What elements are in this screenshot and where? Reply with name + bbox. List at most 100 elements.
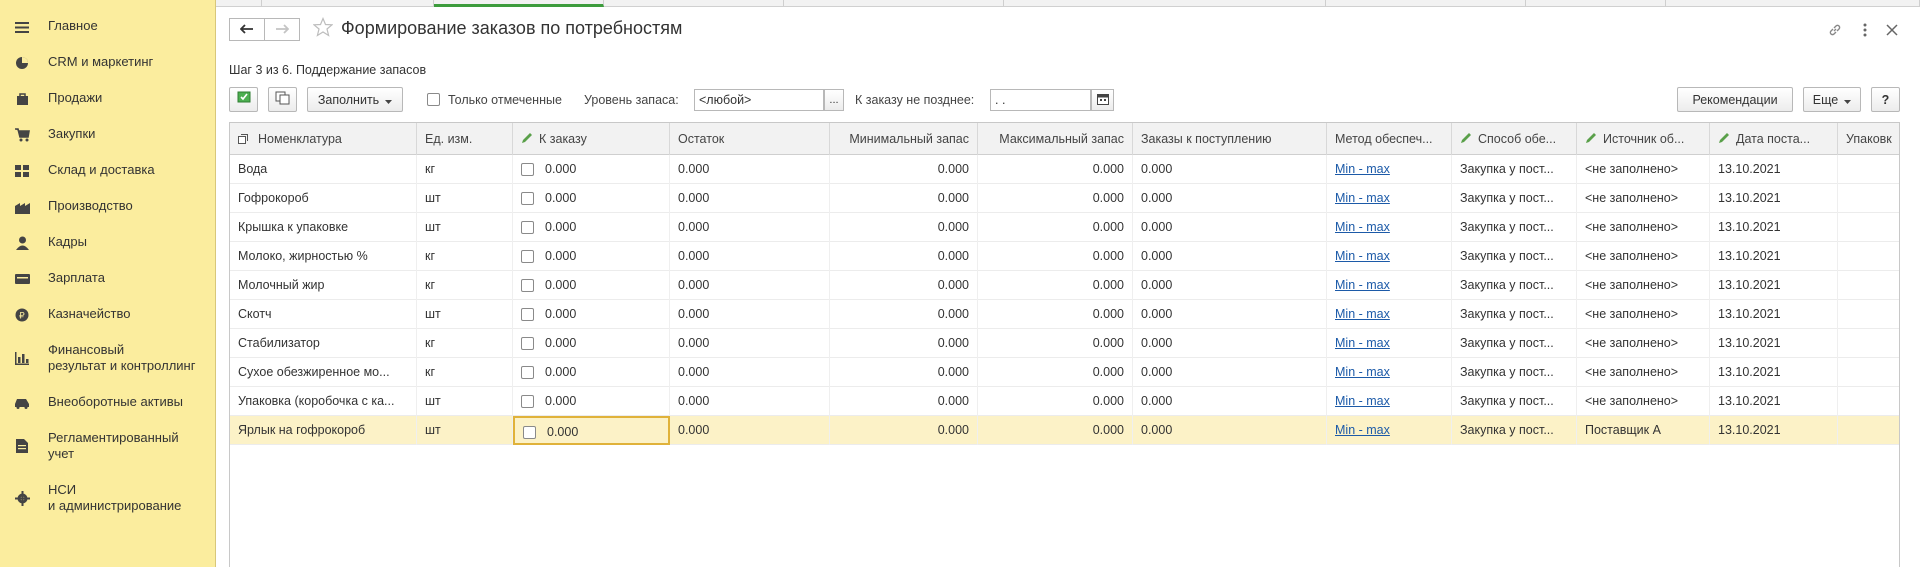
row-checkbox[interactable] bbox=[523, 426, 536, 440]
sidebar-item-treasury[interactable]: ₽ Казначейство bbox=[0, 306, 216, 323]
forward-button[interactable] bbox=[264, 18, 300, 41]
cell-name[interactable]: Ярлык на гофрокороб bbox=[230, 416, 417, 445]
row-checkbox[interactable] bbox=[521, 337, 534, 351]
cell-max[interactable]: 0.000 bbox=[978, 271, 1133, 300]
column-header-min-stock[interactable]: Минимальный запас bbox=[830, 123, 978, 155]
table-row[interactable]: Скотч шт 0.000 0.000 0.000 0.000 0.000 Min - ma… bbox=[230, 300, 1899, 329]
cell-toorder[interactable]: 0.000 bbox=[513, 329, 670, 358]
row-checkbox[interactable] bbox=[521, 366, 534, 380]
cell-source[interactable]: <не заполнено> bbox=[1577, 329, 1710, 358]
more-vertical-icon[interactable] bbox=[1856, 21, 1874, 39]
cell-toorder[interactable]: 0.000 bbox=[513, 213, 670, 242]
cell-unit[interactable]: кг bbox=[417, 358, 513, 387]
cell-unit[interactable]: кг bbox=[417, 155, 513, 184]
cell-way[interactable]: Закупка у пост... bbox=[1452, 387, 1577, 416]
method-link[interactable]: Min - max bbox=[1335, 278, 1390, 292]
help-button[interactable]: ? bbox=[1871, 87, 1900, 112]
column-header-remainder[interactable]: Остаток bbox=[670, 123, 830, 155]
cell-incoming[interactable]: 0.000 bbox=[1133, 184, 1327, 213]
table-row[interactable]: Ярлык на гофрокороб шт 0.000 0.000 0.000 0.00… bbox=[230, 416, 1899, 445]
row-checkbox[interactable] bbox=[521, 395, 534, 409]
close-icon[interactable] bbox=[1883, 21, 1901, 39]
cell-source[interactable]: <не заполнено> bbox=[1577, 300, 1710, 329]
cell-way[interactable]: Закупка у пост... bbox=[1452, 416, 1577, 445]
cell-max[interactable]: 0.000 bbox=[978, 155, 1133, 184]
cell-pack[interactable] bbox=[1838, 213, 1899, 242]
cell-max[interactable]: 0.000 bbox=[978, 387, 1133, 416]
cell-min[interactable]: 0.000 bbox=[830, 300, 978, 329]
method-link[interactable]: Min - max bbox=[1335, 162, 1390, 176]
sidebar-item-purchases[interactable]: Закупки bbox=[0, 126, 216, 143]
tab[interactable] bbox=[604, 0, 784, 7]
cell-method[interactable]: Min - max bbox=[1327, 300, 1452, 329]
column-header-method[interactable]: Метод обеспеч... bbox=[1327, 123, 1452, 155]
cell-method[interactable]: Min - max bbox=[1327, 242, 1452, 271]
back-button[interactable] bbox=[229, 18, 265, 41]
table-row[interactable]: Гофрокороб шт 0.000 0.000 0.000 0.000 0.000 Min… bbox=[230, 184, 1899, 213]
column-header-max-stock[interactable]: Максимальный запас bbox=[978, 123, 1133, 155]
cell-incoming[interactable]: 0.000 bbox=[1133, 300, 1327, 329]
cell-max[interactable]: 0.000 bbox=[978, 329, 1133, 358]
table-row[interactable]: Упаковка (коробочка с ка... шт 0.000 0.000 0… bbox=[230, 387, 1899, 416]
cell-method[interactable]: Min - max bbox=[1327, 329, 1452, 358]
sidebar-item-regulated[interactable]: Регламентированный учет bbox=[0, 430, 216, 462]
method-link[interactable]: Min - max bbox=[1335, 191, 1390, 205]
cell-remainder[interactable]: 0.000 bbox=[670, 271, 830, 300]
sidebar-item-admin[interactable]: НСИ и администрирование bbox=[0, 482, 216, 514]
column-header-source[interactable]: Источник об... bbox=[1577, 123, 1710, 155]
column-header-date[interactable]: Дата поста... bbox=[1710, 123, 1838, 155]
sidebar-item-warehouse[interactable]: Склад и доставка bbox=[0, 162, 216, 179]
cell-min[interactable]: 0.000 bbox=[830, 358, 978, 387]
method-link[interactable]: Min - max bbox=[1335, 394, 1390, 408]
calendar-button[interactable] bbox=[1091, 89, 1114, 111]
tab[interactable] bbox=[1326, 0, 1526, 7]
cell-min[interactable]: 0.000 bbox=[830, 271, 978, 300]
cell-max[interactable]: 0.000 bbox=[978, 358, 1133, 387]
tab[interactable] bbox=[784, 0, 1004, 7]
method-link[interactable]: Min - max bbox=[1335, 365, 1390, 379]
cell-remainder[interactable]: 0.000 bbox=[670, 242, 830, 271]
cell-pack[interactable] bbox=[1838, 242, 1899, 271]
tab[interactable] bbox=[1666, 0, 1920, 7]
cell-way[interactable]: Закупка у пост... bbox=[1452, 329, 1577, 358]
cell-name[interactable]: Крышка к упаковке bbox=[230, 213, 417, 242]
cell-name[interactable]: Упаковка (коробочка с ка... bbox=[230, 387, 417, 416]
cell-date[interactable]: 13.10.2021 bbox=[1710, 416, 1838, 445]
cell-name[interactable]: Скотч bbox=[230, 300, 417, 329]
cell-min[interactable]: 0.000 bbox=[830, 184, 978, 213]
method-link[interactable]: Min - max bbox=[1335, 249, 1390, 263]
fill-dropdown-button[interactable]: Заполнить bbox=[307, 87, 403, 112]
cell-date[interactable]: 13.10.2021 bbox=[1710, 300, 1838, 329]
cell-incoming[interactable]: 0.000 bbox=[1133, 242, 1327, 271]
cell-date[interactable]: 13.10.2021 bbox=[1710, 387, 1838, 416]
cell-method[interactable]: Min - max bbox=[1327, 213, 1452, 242]
row-checkbox[interactable] bbox=[521, 279, 534, 293]
cell-remainder[interactable]: 0.000 bbox=[670, 155, 830, 184]
cell-toorder[interactable]: 0.000 bbox=[513, 416, 670, 445]
column-header-to-order[interactable]: К заказу bbox=[513, 123, 670, 155]
cell-method[interactable]: Min - max bbox=[1327, 155, 1452, 184]
cell-toorder[interactable]: 0.000 bbox=[513, 242, 670, 271]
sidebar-item-salary[interactable]: Зарплата bbox=[0, 270, 216, 287]
column-header-pack[interactable]: Упаковк bbox=[1838, 123, 1899, 155]
cell-pack[interactable] bbox=[1838, 300, 1899, 329]
cell-pack[interactable] bbox=[1838, 358, 1899, 387]
link-icon[interactable] bbox=[1826, 21, 1844, 39]
cell-source[interactable]: <не заполнено> bbox=[1577, 213, 1710, 242]
cell-unit[interactable]: шт bbox=[417, 387, 513, 416]
cell-source[interactable]: <не заполнено> bbox=[1577, 184, 1710, 213]
cell-min[interactable]: 0.000 bbox=[830, 155, 978, 184]
cell-toorder[interactable]: 0.000 bbox=[513, 358, 670, 387]
row-checkbox[interactable] bbox=[521, 163, 534, 177]
column-header-incoming[interactable]: Заказы к поступлению bbox=[1133, 123, 1327, 155]
cell-pack[interactable] bbox=[1838, 271, 1899, 300]
sidebar-item-main[interactable]: Главное bbox=[0, 18, 216, 35]
table-row[interactable]: Крышка к упаковке шт 0.000 0.000 0.000 0.000 0… bbox=[230, 213, 1899, 242]
cell-remainder[interactable]: 0.000 bbox=[670, 387, 830, 416]
cell-date[interactable]: 13.10.2021 bbox=[1710, 358, 1838, 387]
stock-level-select-button[interactable]: ... bbox=[824, 89, 844, 111]
cell-remainder[interactable]: 0.000 bbox=[670, 329, 830, 358]
sidebar-item-fixed-assets[interactable]: Внеоборотные активы bbox=[0, 394, 216, 411]
cell-max[interactable]: 0.000 bbox=[978, 300, 1133, 329]
only-marked-checkbox[interactable] bbox=[427, 93, 440, 106]
